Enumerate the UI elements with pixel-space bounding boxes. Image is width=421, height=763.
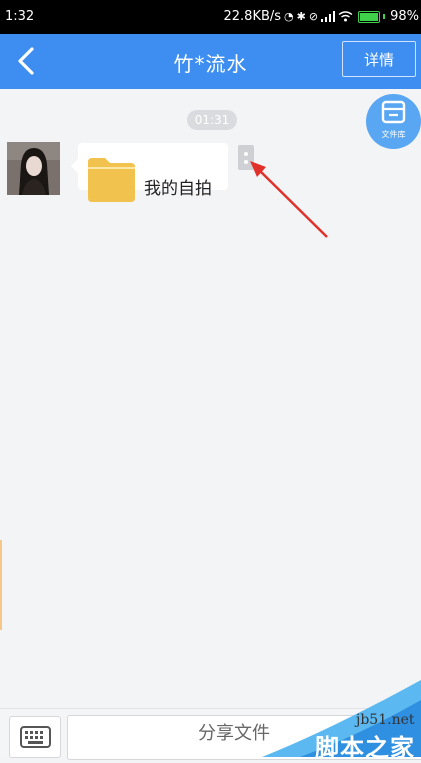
folder-icon	[88, 158, 135, 202]
keyboard-button[interactable]	[9, 716, 61, 758]
chat-header: 竹*流水 详情	[0, 34, 421, 89]
file-library-button[interactable]: 文件库	[366, 94, 421, 149]
status-time: 1:32	[5, 9, 35, 24]
alarm-icon: ◔	[284, 10, 294, 23]
signal-icon	[321, 11, 336, 22]
more-options-button[interactable]	[238, 145, 254, 170]
watermark-site: jb51.net	[356, 712, 415, 728]
avatar[interactable]	[7, 142, 60, 195]
bluetooth-icon: ✱	[296, 10, 306, 23]
file-library-label: 文件库	[381, 130, 406, 139]
watermark-text: 脚本之家	[315, 734, 415, 762]
keyboard-icon	[20, 726, 51, 748]
detail-button[interactable]: 详情	[342, 41, 416, 77]
status-bar: 1:32 22.8KB/s ◔ ✱ ⊘ 98%	[0, 0, 421, 34]
message-timestamp: 01:31	[187, 110, 237, 130]
folder-message-bubble[interactable]: 我的自拍	[71, 143, 228, 202]
mute-icon: ⊘	[308, 10, 319, 23]
share-file-label: 分享文件	[198, 723, 270, 744]
file-library-icon	[381, 100, 406, 124]
wifi-icon	[338, 11, 353, 22]
battery-percent: 98%	[390, 9, 419, 24]
network-speed: 22.8KB/s	[223, 9, 282, 24]
folder-name: 我的自拍	[144, 179, 212, 199]
battery-icon	[358, 10, 381, 23]
